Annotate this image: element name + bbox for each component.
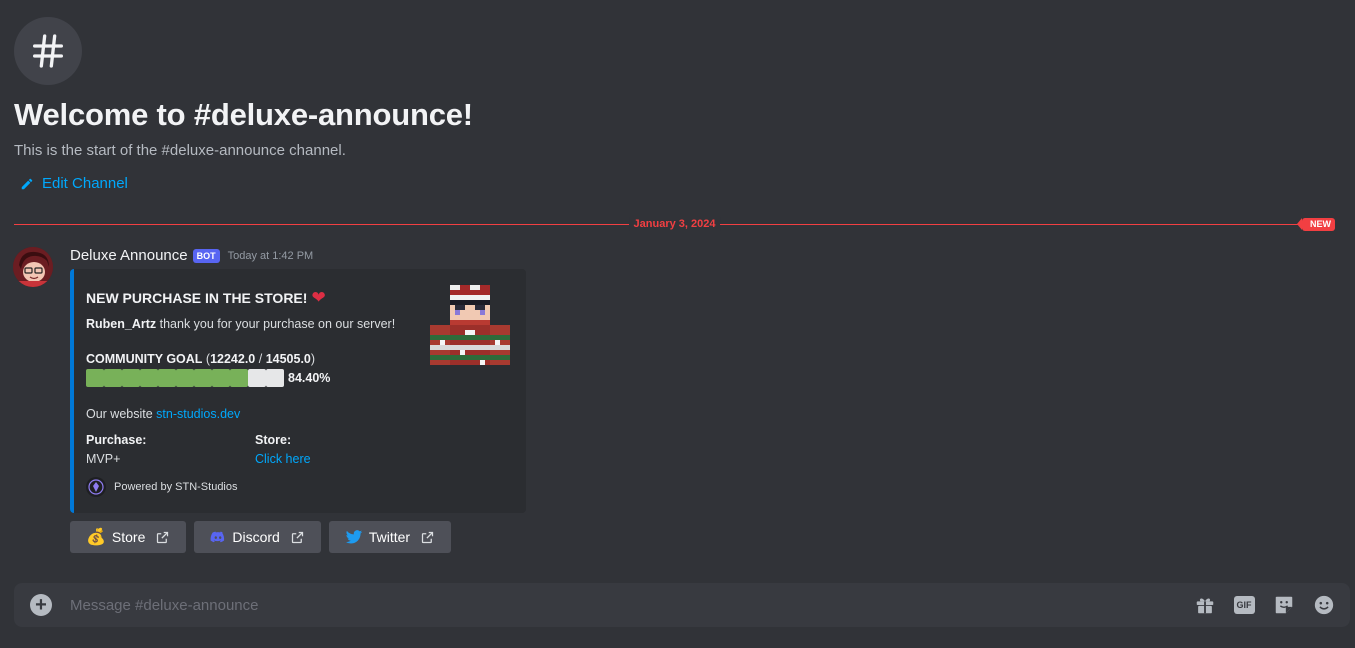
progress-segment — [122, 369, 140, 387]
goal-open: ( — [202, 352, 211, 366]
thanks-text: thank you for your purchase on our serve… — [156, 317, 396, 331]
store-button-label: Store — [111, 529, 146, 545]
message-author[interactable]: Deluxe Announce — [70, 247, 188, 264]
channel-welcome: Welcome to #deluxe-announce! This is the… — [14, 17, 473, 192]
goal-label: COMMUNITY GOAL — [86, 352, 203, 366]
goal-percent: 84.40% — [288, 371, 331, 385]
message-input[interactable] — [70, 583, 1170, 627]
twitter-button-label: Twitter — [368, 529, 411, 545]
embed-footer: Powered by STN-Studios — [86, 477, 238, 497]
field-store-name: Store: — [255, 433, 292, 447]
buyer-name: Ruben_Artz — [86, 317, 157, 331]
sticker-icon[interactable] — [1272, 593, 1296, 617]
progress-segment — [176, 369, 194, 387]
goal-sep: / — [255, 352, 266, 366]
progress-segment — [230, 369, 248, 387]
message-timestamp: Today at 1:42 PM — [227, 249, 314, 262]
welcome-title: Welcome to #deluxe-announce! — [14, 97, 473, 132]
progress-segment — [266, 369, 284, 387]
website-line: Our website stn-studios.dev — [86, 407, 240, 421]
emoji-icon[interactable] — [1312, 593, 1336, 617]
community-goal: COMMUNITY GOAL (12242.0 / 14505.0) — [86, 352, 315, 366]
goal-progress-bar: 84.40% — [86, 369, 330, 387]
avatar[interactable] — [13, 247, 53, 287]
link-buttons: 💰 Store Discord Twitter — [70, 521, 452, 553]
embed-title: NEW PURCHASE IN THE STORE! ❤ — [86, 288, 326, 308]
discord-button[interactable]: Discord — [194, 521, 321, 553]
money-bag-icon: 💰 — [86, 529, 106, 546]
store-button[interactable]: 💰 Store — [70, 521, 187, 553]
message-composer: + GIF — [14, 583, 1350, 627]
player-skin-thumbnail[interactable] — [430, 285, 510, 365]
progress-segment — [194, 369, 212, 387]
goal-close: ) — [310, 352, 316, 366]
field-purchase-value: MVP+ — [86, 452, 121, 466]
new-badge: NEW — [1297, 218, 1335, 231]
channel-hash-icon — [14, 17, 82, 85]
divider-date: January 3, 2024 — [628, 217, 721, 231]
field-purchase: Purchase: MVP+ — [86, 433, 146, 466]
website-label: Our website — [86, 407, 157, 421]
twitter-button[interactable]: Twitter — [328, 521, 452, 553]
edit-channel-link[interactable]: Edit Channel — [20, 175, 473, 192]
bot-tag: BOT — [192, 248, 220, 263]
website-link[interactable]: stn-studios.dev — [156, 407, 240, 421]
footer-text: Powered by STN-Studios — [114, 481, 238, 493]
gif-icon[interactable]: GIF — [1232, 593, 1256, 617]
progress-segment — [212, 369, 230, 387]
welcome-subtitle: This is the start of the #deluxe-announc… — [14, 142, 346, 159]
edit-channel-label: Edit Channel — [42, 175, 128, 192]
discord-button-label: Discord — [232, 529, 280, 545]
pencil-icon — [21, 178, 33, 189]
discord-icon — [210, 531, 225, 543]
embed-thanks: Ruben_Artz thank you for your purchase o… — [86, 317, 395, 331]
gif-label: GIF — [1233, 596, 1255, 614]
external-link-icon — [291, 531, 303, 543]
message-header: Deluxe Announce BOT Today at 1:42 PM — [70, 247, 313, 264]
field-purchase-name: Purchase: — [86, 433, 147, 447]
purchase-embed: NEW PURCHASE IN THE STORE! ❤ Ruben_Artz … — [70, 269, 526, 513]
goal-current: 12242.0 — [210, 352, 256, 366]
progress-segment — [248, 369, 266, 387]
progress-segment — [158, 369, 176, 387]
external-link-icon — [157, 531, 169, 543]
attach-plus-icon[interactable]: + — [30, 594, 52, 616]
embed-title-text: NEW PURCHASE IN THE STORE! — [86, 290, 308, 306]
goal-target: 14505.0 — [265, 352, 311, 366]
new-messages-divider: January 3, 2024 NEW — [14, 217, 1335, 231]
progress-segment — [104, 369, 122, 387]
gift-icon[interactable] — [1193, 593, 1217, 617]
twitter-icon — [345, 530, 363, 544]
progress-segment — [140, 369, 158, 387]
heart-icon: ❤ — [311, 288, 326, 307]
field-store: Store: Click here — [255, 433, 311, 466]
stn-logo-icon — [86, 477, 106, 497]
store-link[interactable]: Click here — [255, 452, 311, 466]
external-link-icon — [421, 531, 434, 543]
progress-segment — [86, 369, 104, 387]
field-store-value: Click here — [255, 452, 311, 466]
